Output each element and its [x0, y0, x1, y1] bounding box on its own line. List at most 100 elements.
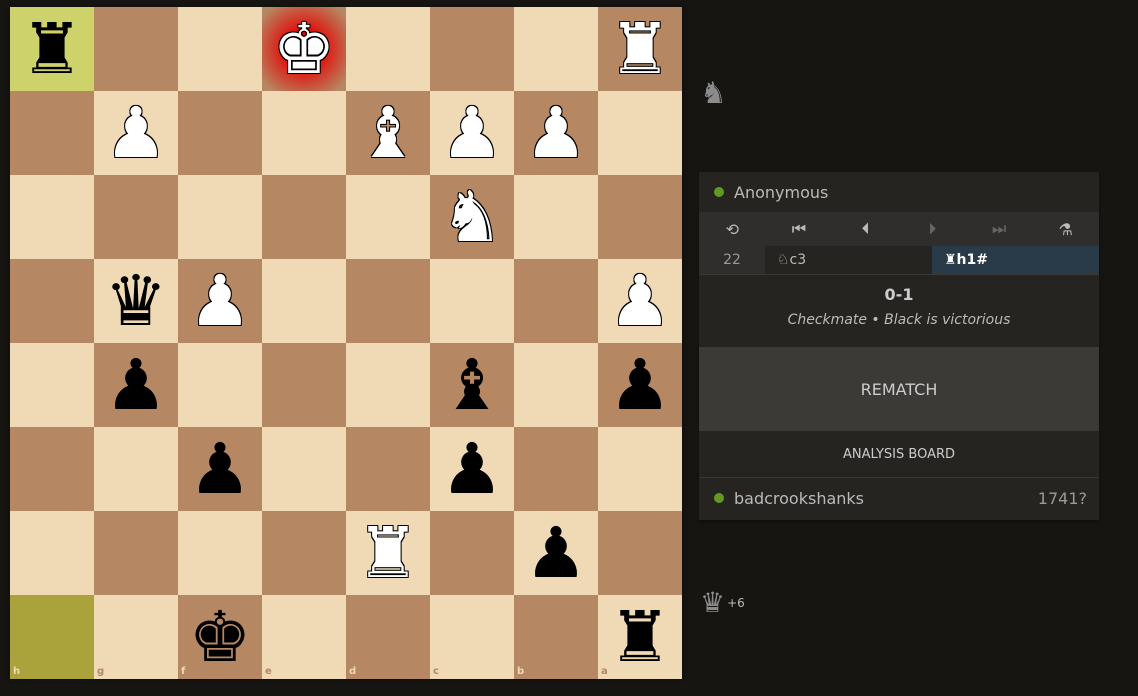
- square-c8[interactable]: [430, 595, 514, 679]
- file-label: d: [349, 666, 357, 677]
- analysis-icon-button[interactable]: ⚗: [1032, 212, 1099, 246]
- white-pawn-piece[interactable]: ♟: [178, 259, 262, 343]
- rank-label: 3: [672, 178, 679, 189]
- square-f5[interactable]: [178, 343, 262, 427]
- black-pawn-piece[interactable]: ♟: [514, 511, 598, 595]
- square-h3[interactable]: [10, 175, 94, 259]
- square-e5[interactable]: [262, 343, 346, 427]
- white-bishop-piece[interactable]: ♝: [346, 91, 430, 175]
- player-name[interactable]: badcrookshanks: [734, 489, 864, 508]
- white-knight-piece[interactable]: ♞: [430, 175, 514, 259]
- square-e6[interactable]: [262, 427, 346, 511]
- square-f7[interactable]: [178, 511, 262, 595]
- square-a6[interactable]: [598, 427, 682, 511]
- file-label: e: [265, 666, 272, 677]
- square-a2[interactable]: [598, 91, 682, 175]
- prev-move-button[interactable]: ⏴: [832, 212, 899, 246]
- square-g6[interactable]: [94, 427, 178, 511]
- square-f1[interactable]: [178, 7, 262, 91]
- first-move-button[interactable]: ⏮: [766, 212, 833, 246]
- player-name[interactable]: Anonymous: [734, 183, 828, 202]
- square-b6[interactable]: [514, 427, 598, 511]
- square-d1[interactable]: [346, 7, 430, 91]
- square-d6[interactable]: [346, 427, 430, 511]
- prev-move-icon: ⏴: [861, 219, 870, 238]
- player-rating: 1741?: [1037, 488, 1087, 508]
- online-indicator: [714, 187, 724, 197]
- top-player: Anonymous: [699, 172, 1099, 212]
- square-g7[interactable]: [94, 511, 178, 595]
- chess-board[interactable]: 1 2 3 4 5 6 7 8 h g f e d c b a ♜ ♚ ♜ ♟ ♝ ♟ ♟ ♞ ♛ ♟ ♟ ♟ ♝ ♟ ♟ ♟ ♜ ♟ ♚ ♜: [10, 7, 682, 679]
- white-king-piece[interactable]: ♚: [262, 7, 346, 91]
- analysis-board-button[interactable]: ANALYSIS BOARD: [699, 431, 1099, 478]
- white-pawn-piece[interactable]: ♟: [514, 91, 598, 175]
- bottom-player: badcrookshanks 1741?: [699, 478, 1099, 518]
- last-move-icon: ⏭: [991, 219, 1007, 238]
- square-c4[interactable]: [430, 259, 514, 343]
- square-a3[interactable]: [598, 175, 682, 259]
- square-c1[interactable]: [430, 7, 514, 91]
- next-move-button[interactable]: ⏵: [899, 212, 966, 246]
- black-king-piece[interactable]: ♚: [178, 595, 262, 679]
- rank-label: 6: [672, 430, 679, 441]
- square-h7[interactable]: [10, 511, 94, 595]
- square-e3[interactable]: [262, 175, 346, 259]
- square-b1[interactable]: [514, 7, 598, 91]
- file-label: g: [97, 666, 105, 677]
- square-d8[interactable]: [346, 595, 430, 679]
- material-diff: +6: [727, 595, 745, 610]
- square-f2[interactable]: [178, 91, 262, 175]
- black-move[interactable]: ♜h1#: [932, 246, 1099, 274]
- square-d3[interactable]: [346, 175, 430, 259]
- result-score: 0-1: [884, 285, 914, 304]
- white-pawn-piece[interactable]: ♟: [598, 259, 682, 343]
- rematch-button[interactable]: REMATCH: [699, 347, 1099, 431]
- white-move[interactable]: ♘c3: [765, 246, 932, 274]
- rank-label: 2: [672, 94, 679, 105]
- square-h6[interactable]: [10, 427, 94, 511]
- file-label: b: [517, 666, 525, 677]
- black-pawn-piece[interactable]: ♟: [598, 343, 682, 427]
- square-b3[interactable]: [514, 175, 598, 259]
- square-h4[interactable]: [10, 259, 94, 343]
- black-queen-piece[interactable]: ♛: [94, 259, 178, 343]
- white-rook-piece[interactable]: ♜: [598, 7, 682, 91]
- square-f3[interactable]: [178, 175, 262, 259]
- square-g3[interactable]: [94, 175, 178, 259]
- flip-board-button[interactable]: ⟲: [699, 212, 766, 246]
- square-c7[interactable]: [430, 511, 514, 595]
- square-e4[interactable]: [262, 259, 346, 343]
- square-b8[interactable]: [514, 595, 598, 679]
- move-controls: ⟲ ⏮ ⏴ ⏵ ⏭ ⚗: [699, 212, 1099, 246]
- knight-icon: ♞: [700, 76, 727, 111]
- file-label: c: [433, 666, 439, 677]
- square-h2[interactable]: [10, 91, 94, 175]
- microscope-icon: ⚗: [1058, 219, 1073, 239]
- white-rook-piece[interactable]: ♜: [346, 511, 430, 595]
- square-b4[interactable]: [514, 259, 598, 343]
- square-d5[interactable]: [346, 343, 430, 427]
- square-a7[interactable]: [598, 511, 682, 595]
- next-move-icon: ⏵: [928, 219, 937, 238]
- square-d4[interactable]: [346, 259, 430, 343]
- square-g1[interactable]: [94, 7, 178, 91]
- black-pawn-piece[interactable]: ♟: [430, 427, 514, 511]
- square-h8[interactable]: [10, 595, 94, 679]
- white-pawn-piece[interactable]: ♟: [94, 91, 178, 175]
- file-label: h: [13, 666, 21, 677]
- square-h5[interactable]: [10, 343, 94, 427]
- black-rook-piece[interactable]: ♜: [10, 7, 94, 91]
- square-e7[interactable]: [262, 511, 346, 595]
- black-bishop-piece[interactable]: ♝: [430, 343, 514, 427]
- black-pawn-piece[interactable]: ♟: [178, 427, 262, 511]
- square-e2[interactable]: [262, 91, 346, 175]
- online-indicator: [714, 493, 724, 503]
- square-g8[interactable]: [94, 595, 178, 679]
- square-e8[interactable]: [262, 595, 346, 679]
- square-b5[interactable]: [514, 343, 598, 427]
- last-move-button[interactable]: ⏭: [966, 212, 1033, 246]
- white-pawn-piece[interactable]: ♟: [430, 91, 514, 175]
- first-move-icon: ⏮: [791, 219, 807, 238]
- black-rook-piece[interactable]: ♜: [598, 595, 682, 679]
- black-pawn-piece[interactable]: ♟: [94, 343, 178, 427]
